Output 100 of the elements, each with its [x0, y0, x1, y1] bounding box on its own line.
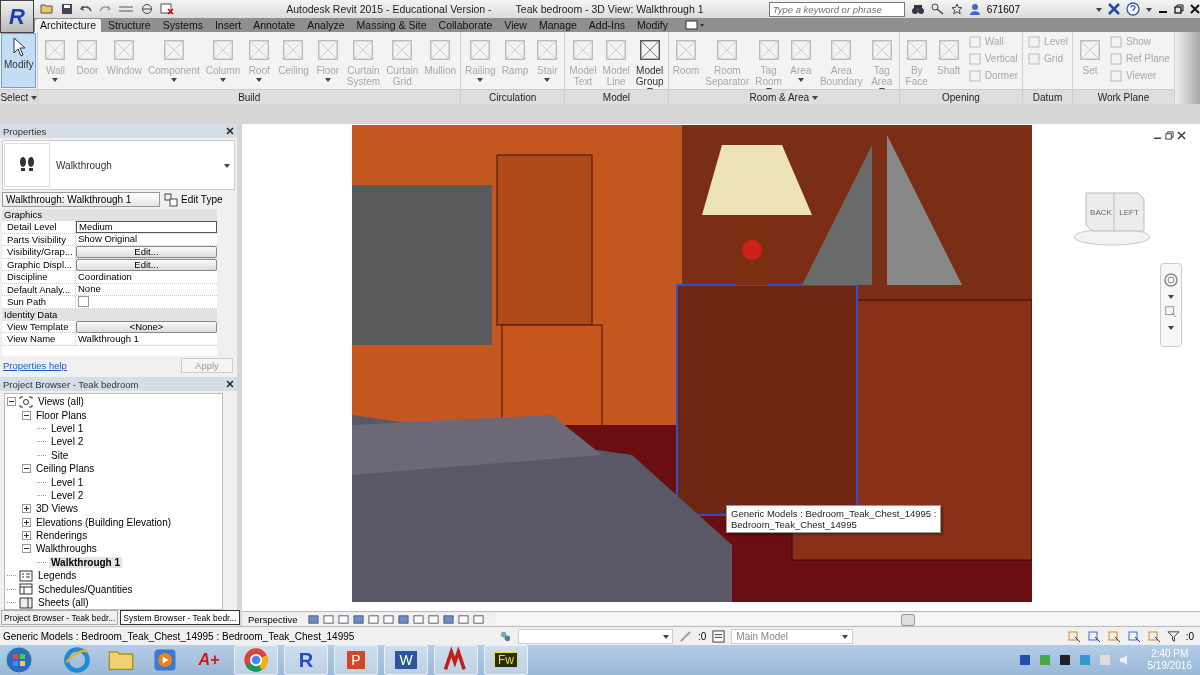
search-field[interactable]: Type a keyword or phrase	[768, 1, 905, 17]
view-scale-label[interactable]: Perspective	[248, 613, 298, 625]
close-icon[interactable]	[1190, 4, 1200, 14]
navigation-bar[interactable]	[1160, 263, 1182, 347]
property-button[interactable]: Edit...	[76, 246, 217, 258]
tree-item[interactable]: Elevations (Building Elevation)	[34, 516, 174, 528]
selection-option-icon[interactable]	[1106, 629, 1121, 643]
ribbon-tab[interactable]: Add-Ins	[583, 19, 631, 32]
view-control-icon[interactable]	[427, 613, 439, 625]
type-selector[interactable]: Walkthrough: Walkthrough 1	[2, 192, 160, 207]
tree-item[interactable]: Level 2	[49, 489, 86, 501]
design-option-field[interactable]: Main Model	[731, 628, 854, 644]
tree-item[interactable]: Walkthrough 1	[49, 556, 123, 568]
tree-item[interactable]: Level 2	[49, 436, 86, 448]
tree-item[interactable]: Floor Plans	[34, 409, 89, 421]
tree-item[interactable]: 3D Views	[34, 503, 81, 515]
ribbon-tab[interactable]: Modify	[632, 19, 673, 32]
star-icon[interactable]	[950, 3, 963, 15]
group-header[interactable]: Graphics	[2, 209, 217, 221]
tree-item[interactable]: Schedules/Quantities	[36, 583, 135, 595]
panel-title[interactable]: Select	[0, 89, 38, 104]
view-control-icon[interactable]	[382, 613, 394, 625]
restore-icon[interactable]	[1165, 131, 1174, 140]
collapse-toggle[interactable]	[22, 410, 31, 420]
expand-toggle[interactable]	[22, 504, 31, 514]
ribbon-tab[interactable]: Massing & Site	[351, 19, 432, 32]
edit-type-button[interactable]: Edit Type	[164, 192, 223, 207]
tree-item[interactable]: Views (all)	[36, 396, 86, 408]
collapse-toggle[interactable]	[7, 397, 16, 407]
expand-toggle[interactable]	[22, 517, 31, 527]
app-logo[interactable]: W	[395, 651, 417, 669]
tree-item[interactable]: Walkthroughs	[34, 543, 99, 555]
view-control-icon[interactable]	[307, 613, 319, 625]
property-value[interactable]: None	[76, 283, 217, 295]
worksets-icon[interactable]	[499, 629, 512, 643]
panel-tab[interactable]: System Browser - Teak bedr...	[120, 610, 240, 625]
close-icon[interactable]	[226, 380, 234, 388]
ribbon-tab[interactable]: Systems	[157, 19, 208, 32]
view-control-icon[interactable]	[457, 613, 469, 625]
ribbon-tab[interactable]: Analyze	[302, 19, 350, 32]
tree-item[interactable]: Legends	[36, 570, 79, 582]
tree-item[interactable]: Level 1	[49, 422, 86, 434]
property-value[interactable]: Show Original	[76, 233, 217, 245]
selection-option-icon[interactable]	[1066, 629, 1081, 643]
editable-only-icon[interactable]	[712, 629, 726, 643]
view-control-icon[interactable]	[472, 613, 484, 625]
ribbon-tab[interactable]: Structure	[103, 19, 156, 32]
view-control-icon[interactable]	[397, 613, 409, 625]
open-folder-icon[interactable]	[40, 3, 54, 15]
ribbon-tab[interactable]: View	[499, 19, 532, 32]
property-value[interactable]: Walkthrough 1	[76, 333, 217, 345]
close-windows-icon[interactable]	[160, 3, 174, 15]
tree-item[interactable]: Level 1	[49, 476, 86, 488]
restore-icon[interactable]	[1174, 4, 1184, 14]
taskbar-app[interactable]: R	[284, 645, 328, 675]
help-icon[interactable]	[1126, 2, 1140, 16]
expand-toggle[interactable]	[22, 531, 31, 541]
scrollbar-thumb[interactable]	[900, 614, 915, 626]
ribbon-button[interactable]: Modify	[1, 33, 37, 88]
properties-help-link[interactable]: Properties help	[3, 359, 67, 371]
tray-icon[interactable]	[1057, 653, 1072, 667]
selection-option-icon[interactable]	[1126, 629, 1141, 643]
save-icon[interactable]	[61, 3, 73, 15]
view-control-icon[interactable]	[412, 613, 424, 625]
tree-item[interactable]: Sheets (all)	[36, 597, 91, 609]
close-icon[interactable]	[1177, 131, 1186, 140]
ribbon-tab[interactable]: Insert	[209, 19, 247, 32]
binoculars-icon[interactable]	[910, 3, 925, 15]
filter-icon[interactable]	[1166, 629, 1180, 643]
panel-title[interactable]: Room & Area	[668, 89, 899, 104]
ribbon-tab[interactable]: Architecture	[35, 19, 102, 32]
start-button[interactable]	[4, 645, 34, 675]
selection-option-icon[interactable]	[1146, 629, 1161, 643]
property-value[interactable]: Medium	[76, 221, 217, 233]
tray-icon[interactable]	[1017, 653, 1032, 667]
panel-tab[interactable]: Project Browser - Teak bedr...	[1, 610, 119, 625]
selection-option-icon[interactable]	[1086, 629, 1101, 643]
view-control-icon[interactable]	[337, 613, 349, 625]
collapse-toggle[interactable]	[22, 464, 31, 474]
taskbar-app[interactable]: A+	[190, 646, 228, 674]
property-value[interactable]: Coordination	[76, 271, 217, 283]
tree-item[interactable]: Renderings	[34, 530, 90, 542]
application-menu-button[interactable]: R	[0, 0, 34, 33]
view-control-icon[interactable]	[352, 613, 364, 625]
ribbon-tab[interactable]: Manage	[533, 19, 582, 32]
collapse-toggle[interactable]	[22, 544, 31, 554]
workset-field[interactable]	[518, 628, 673, 644]
view-control-icon[interactable]	[322, 613, 334, 625]
ribbon-tab[interactable]: Collaborate	[433, 19, 498, 32]
user-icon[interactable]	[968, 3, 981, 15]
ribbon-display-icon[interactable]	[684, 20, 705, 30]
app-logo-icon[interactable]	[434, 645, 478, 675]
tree-item[interactable]: Ceiling Plans	[34, 463, 97, 475]
checkbox[interactable]	[78, 296, 89, 308]
app-logo[interactable]: P	[347, 651, 365, 669]
user-name[interactable]: 671607	[986, 3, 1020, 15]
ribbon-tab[interactable]: Annotate	[248, 19, 301, 32]
tree-item[interactable]: Site	[49, 449, 71, 461]
chrome-icon[interactable]	[234, 645, 278, 675]
ribbon-button[interactable]: Model Group	[632, 33, 667, 88]
